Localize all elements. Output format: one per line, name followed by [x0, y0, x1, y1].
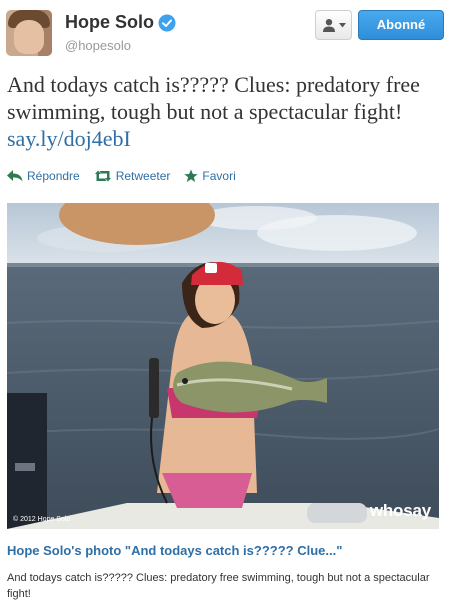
media-card-title[interactable]: Hope Solo's photo "And todays catch is??…	[7, 543, 342, 558]
display-name[interactable]: Hope Solo	[65, 12, 154, 33]
favorite-label: Favori	[202, 169, 236, 183]
photo-copyright: © 2012 Hope Solo	[13, 516, 71, 523]
tweet-body: And todays catch is????? Clues: predator…	[7, 72, 420, 124]
tweet-link[interactable]: say.ly/doj4ebI	[7, 126, 131, 151]
tweet-photo[interactable]: © 2012 Hope Solo whosay	[7, 203, 439, 529]
favorite-button[interactable]: Favori	[184, 169, 236, 183]
user-actions-dropdown[interactable]	[315, 10, 352, 40]
username-handle[interactable]: @hopesolo	[65, 38, 131, 53]
chevron-down-icon	[338, 22, 346, 27]
tweet-text: And todays catch is????? Clues: predator…	[7, 71, 447, 152]
retweet-button[interactable]: Retweeter	[94, 169, 171, 183]
tweet-header: Hope Solo @hopesolo Abonné	[0, 0, 455, 70]
star-icon	[184, 169, 199, 182]
retweet-icon	[94, 170, 111, 182]
following-button[interactable]: Abonné	[358, 10, 444, 40]
reply-label: Répondre	[27, 169, 80, 183]
avatar[interactable]	[6, 10, 52, 56]
user-icon	[322, 19, 335, 32]
tweet-actions: Répondre Retweeter Favori	[7, 168, 250, 184]
verified-badge-icon	[158, 14, 176, 32]
retweet-label: Retweeter	[115, 169, 171, 183]
whosay-watermark: whosay	[369, 501, 431, 520]
photo-image	[7, 203, 439, 529]
reply-button[interactable]: Répondre	[7, 169, 80, 183]
media-card-description: And todays catch is????? Clues: predator…	[7, 572, 430, 600]
reply-icon	[7, 170, 23, 182]
